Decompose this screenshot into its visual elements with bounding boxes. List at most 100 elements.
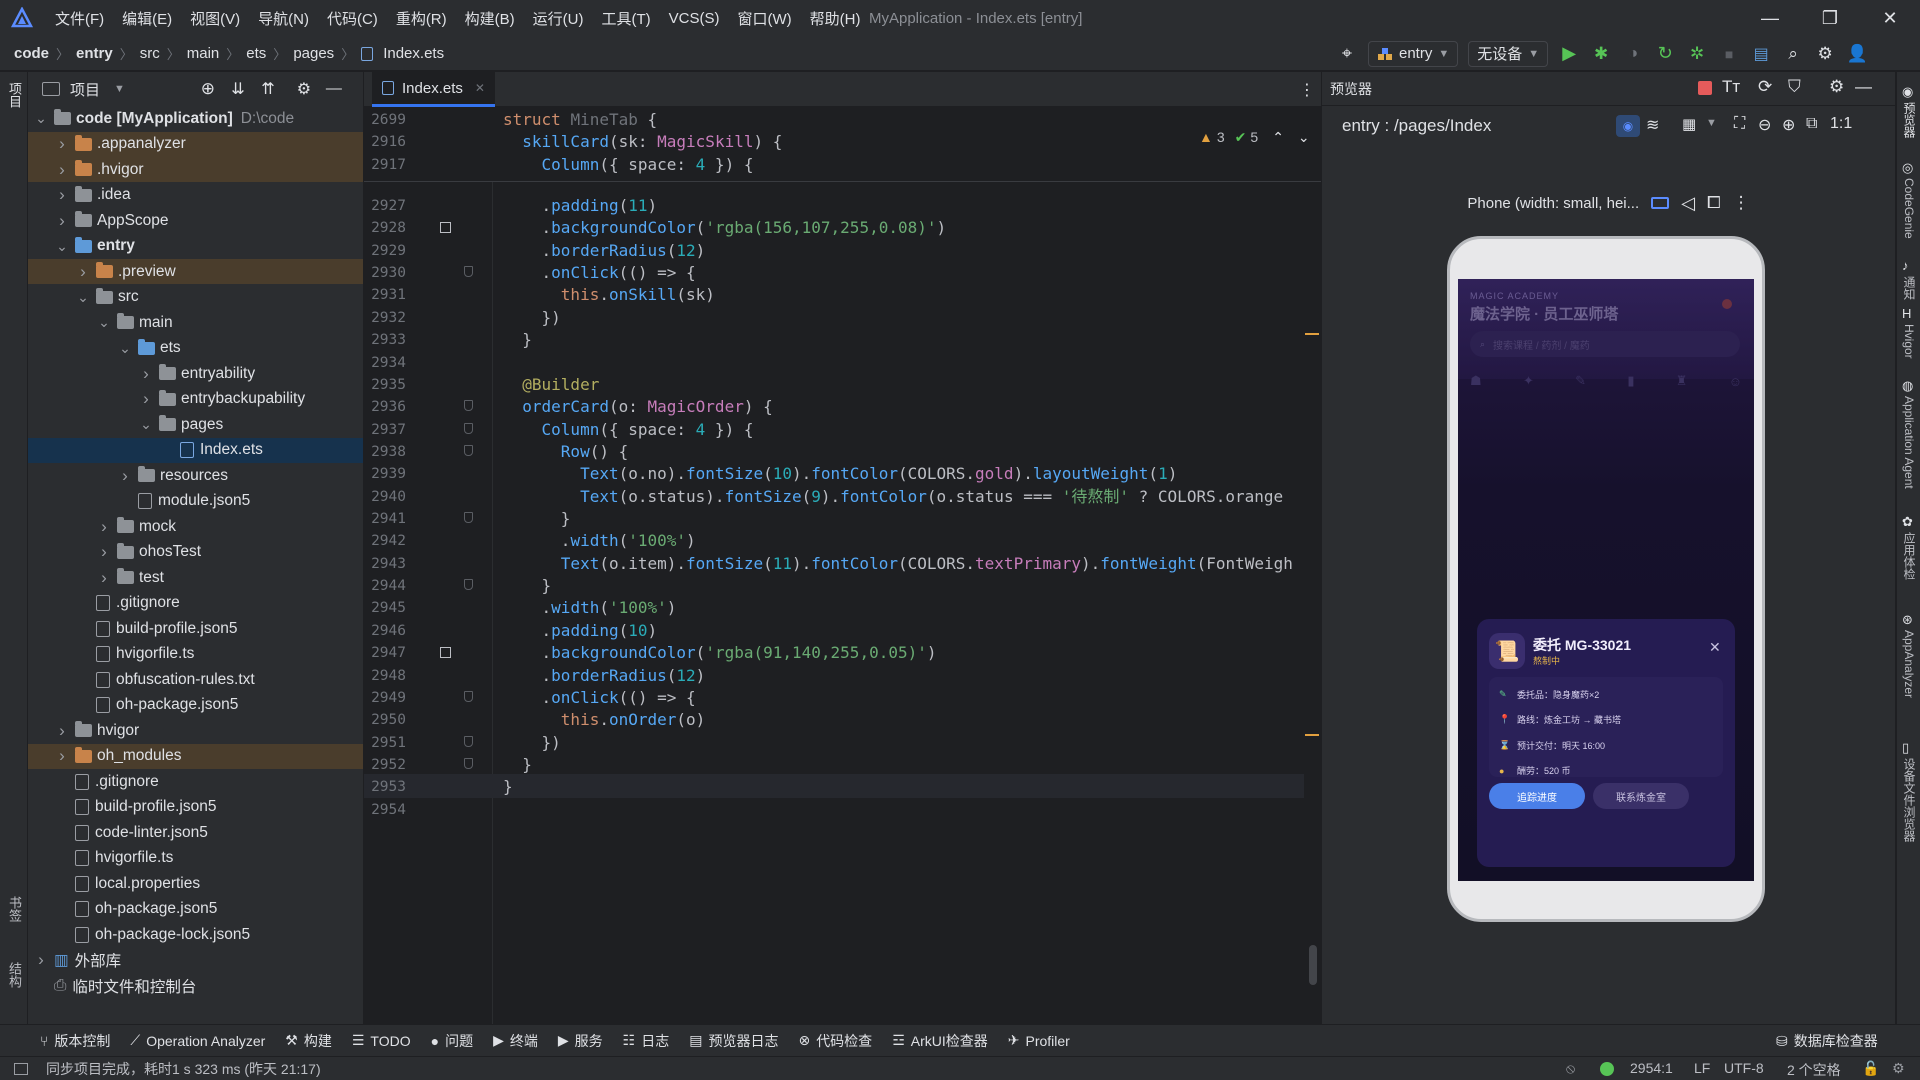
tree-item[interactable]: ⌄ entry bbox=[28, 234, 363, 259]
tree-item[interactable]: › test bbox=[28, 565, 363, 590]
tree-item[interactable]: oh-package-lock.json5 bbox=[28, 922, 363, 947]
tree-item[interactable]: .gitignore bbox=[28, 769, 363, 794]
bottom-tool-10[interactable]: ☲ ArkUI检查器 bbox=[882, 1025, 998, 1057]
settings-icon[interactable]: ⚙ bbox=[1829, 77, 1844, 97]
fold-icon[interactable] bbox=[464, 400, 473, 412]
bottom-tool-11[interactable]: ✈ Profiler bbox=[998, 1025, 1080, 1057]
refresh-icon[interactable]: ⟳ bbox=[1758, 77, 1772, 97]
tree-item[interactable]: build-profile.json5 bbox=[28, 795, 363, 820]
file-encoding[interactable]: UTF-8 bbox=[1724, 1060, 1764, 1076]
bottom-tool-1[interactable]: ⟋ Operation Analyzer bbox=[120, 1025, 275, 1057]
device-toggle-icon[interactable] bbox=[1651, 197, 1670, 209]
tree-item[interactable]: › AppScope bbox=[28, 208, 363, 233]
chevron-right-icon[interactable]: › bbox=[34, 950, 48, 970]
back-icon[interactable]: ◁ bbox=[1681, 193, 1695, 214]
expand-all-icon[interactable]: ⇊ bbox=[227, 79, 249, 99]
chevron-right-icon[interactable]: › bbox=[97, 542, 111, 562]
tree-item[interactable]: oh-package.json5 bbox=[28, 897, 363, 922]
tree-item[interactable]: › entrybackupability bbox=[28, 387, 363, 412]
fold-icon[interactable] bbox=[464, 512, 473, 524]
menu-item[interactable]: 运行(U) bbox=[524, 0, 593, 36]
menu-item[interactable]: 导航(N) bbox=[249, 0, 318, 36]
chevron-right-icon[interactable]: › bbox=[97, 568, 111, 588]
code-area[interactable]: 2699 struct MineTab {2916 skillCard(sk: M… bbox=[364, 107, 1321, 1061]
category-magic-icon[interactable]: ✦ bbox=[1523, 373, 1534, 389]
category-trophy-icon[interactable]: ♜ bbox=[1676, 373, 1688, 389]
chevron-down-icon[interactable]: ⌄ bbox=[76, 289, 90, 306]
bottom-tool-5[interactable]: ▶ 终端 bbox=[483, 1025, 548, 1057]
chevron-down-icon[interactable]: ⌄ bbox=[139, 416, 153, 433]
collapse-all-icon[interactable]: ⇈ bbox=[257, 79, 279, 99]
project-tool-tab[interactable]: 项目 bbox=[4, 82, 24, 108]
tree-item[interactable]: local.properties bbox=[28, 871, 363, 896]
chevron-right-icon[interactable]: › bbox=[55, 746, 69, 766]
menu-item[interactable]: 编辑(E) bbox=[113, 0, 181, 36]
tree-item[interactable]: ⌄ pages bbox=[28, 412, 363, 437]
menu-item[interactable]: 帮助(H) bbox=[801, 0, 870, 36]
close-dialog-button[interactable]: ✕ bbox=[1709, 639, 1721, 656]
bottom-tool-3[interactable]: ☰ TODO bbox=[342, 1025, 421, 1057]
tree-item[interactable]: › hvigor bbox=[28, 718, 363, 743]
chevron-right-icon[interactable]: › bbox=[55, 721, 69, 741]
indent-setting[interactable]: 2 个空格 bbox=[1787, 1060, 1841, 1080]
power-save-icon[interactable]: ⦸ bbox=[1566, 1060, 1575, 1077]
right-tool-tab[interactable]: AppAnalyzer bbox=[1901, 630, 1917, 698]
phone-screen[interactable]: MAGIC ACADEMY 魔法学院 · 员工巫师塔 ⌕ 搜索课程 / 药剂 /… bbox=[1458, 279, 1754, 881]
debug-icon[interactable]: ✱ bbox=[1590, 44, 1612, 64]
stop-preview-icon[interactable] bbox=[1698, 81, 1712, 95]
bookmarks-tool-tab[interactable]: 书签 bbox=[4, 896, 24, 922]
tree-item[interactable]: module.json5 bbox=[28, 489, 363, 514]
settings-icon[interactable]: ⚙ bbox=[1814, 44, 1836, 64]
search-icon[interactable]: ⌕ bbox=[1782, 44, 1804, 64]
fold-icon[interactable] bbox=[464, 579, 473, 591]
more-options-icon[interactable]: ⋮ bbox=[1299, 80, 1315, 100]
color-swatch-icon[interactable] bbox=[440, 647, 451, 659]
tree-item[interactable]: ⌄ code [MyApplication] D:\code bbox=[28, 106, 363, 131]
chevron-right-icon[interactable]: › bbox=[55, 211, 69, 231]
line-separator[interactable]: LF bbox=[1694, 1060, 1710, 1076]
close-window-button[interactable]: ✕ bbox=[1860, 0, 1920, 36]
chevron-right-icon[interactable]: › bbox=[139, 364, 153, 384]
category-user-icon[interactable]: ☺ bbox=[1729, 374, 1742, 389]
right-tool-tab[interactable]: Hvigor bbox=[1901, 324, 1917, 359]
menu-item[interactable]: 视图(V) bbox=[181, 0, 249, 36]
fold-icon[interactable] bbox=[464, 422, 473, 434]
chevron-right-icon[interactable]: › bbox=[97, 517, 111, 537]
tree-item[interactable]: › resources bbox=[28, 463, 363, 488]
chevron-right-icon[interactable]: › bbox=[139, 389, 153, 409]
layers-icon[interactable]: ≋ bbox=[1646, 115, 1659, 135]
zoom-out-icon[interactable]: ⊖ bbox=[1758, 115, 1771, 135]
tree-item[interactable]: .gitignore bbox=[28, 591, 363, 616]
rerun-icon[interactable]: ↻ bbox=[1654, 43, 1676, 64]
target-icon[interactable]: ⌖ bbox=[1336, 43, 1358, 64]
settings-icon[interactable]: ⚙ bbox=[1892, 1060, 1905, 1077]
chevron-down-icon[interactable]: ▼ bbox=[114, 83, 125, 95]
menu-item[interactable]: 构建(B) bbox=[456, 0, 524, 36]
font-size-icon[interactable]: Tт bbox=[1722, 77, 1740, 97]
right-tool-tab[interactable]: 应用体检 bbox=[1901, 532, 1917, 580]
right-tool-tab[interactable]: 设备文件浏览器 bbox=[1901, 758, 1917, 842]
hide-panel-icon[interactable]: — bbox=[323, 80, 345, 98]
status-ok-icon[interactable] bbox=[1600, 1062, 1614, 1076]
fold-icon[interactable] bbox=[464, 758, 473, 769]
tree-item[interactable]: › oh_modules bbox=[28, 743, 363, 769]
menu-item[interactable]: 重构(R) bbox=[387, 0, 456, 36]
contact-lab-button[interactable]: 联系炼金室 bbox=[1593, 783, 1689, 809]
chevron-right-icon[interactable]: › bbox=[76, 262, 90, 282]
fold-icon[interactable] bbox=[464, 444, 473, 456]
tree-item[interactable]: › ▥ 外部库 bbox=[28, 948, 363, 973]
locate-file-icon[interactable]: ⊕ bbox=[197, 79, 219, 99]
one-to-one-icon[interactable]: 1:1 bbox=[1830, 115, 1852, 133]
more-options-icon[interactable]: ⋮ bbox=[1733, 193, 1750, 213]
tree-item[interactable]: › mock bbox=[28, 514, 363, 539]
database-inspector-tool[interactable]: ⛁ 数据库检查器 bbox=[1766, 1025, 1888, 1057]
multi-device-icon[interactable]: ▦ bbox=[1682, 115, 1696, 133]
profile-icon[interactable]: ✲ bbox=[1686, 44, 1708, 64]
chevron-down-icon[interactable]: ⌄ bbox=[34, 110, 48, 127]
tree-item[interactable]: ⌄ main bbox=[28, 310, 363, 335]
chevron-down-icon[interactable]: ⌄ bbox=[55, 238, 69, 255]
tree-item[interactable]: obfuscation-rules.txt bbox=[28, 667, 363, 692]
structure-tool-tab[interactable]: 结构 bbox=[4, 962, 24, 988]
right-tool-tab[interactable]: CodeGenie bbox=[1901, 178, 1917, 239]
fold-icon[interactable] bbox=[464, 266, 473, 278]
